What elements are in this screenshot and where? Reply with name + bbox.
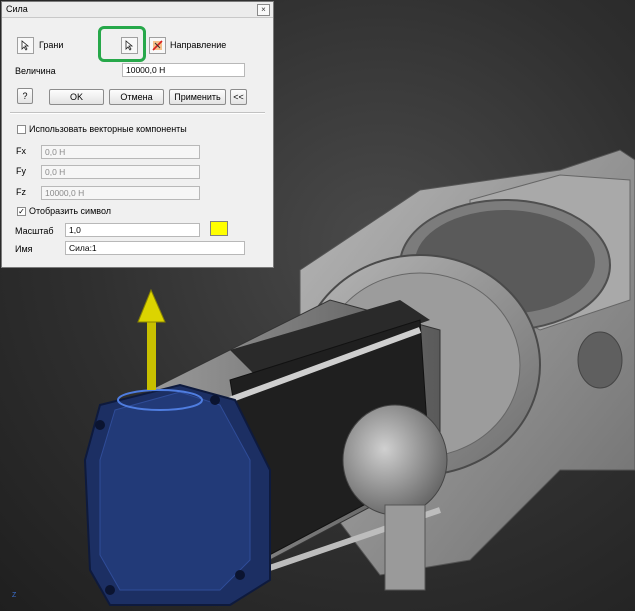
ok-button[interactable]: OK — [49, 89, 104, 105]
force-arrow-head — [137, 288, 166, 323]
close-button[interactable]: × — [257, 4, 270, 16]
fz-input[interactable]: 10000,0 Н — [41, 186, 200, 200]
cancel-button[interactable]: Отмена — [109, 89, 164, 105]
scale-label: Масштаб — [15, 226, 54, 236]
fz-label: Fz — [16, 187, 26, 197]
flip-direction-button[interactable] — [149, 37, 166, 54]
name-input[interactable]: Сила:1 — [65, 241, 245, 255]
glyph-color-swatch[interactable] — [210, 221, 228, 236]
name-label: Имя — [15, 244, 33, 254]
magnitude-label: Величина — [15, 66, 56, 76]
direction-select-button[interactable] — [121, 37, 138, 54]
faces-select-button[interactable] — [17, 37, 34, 54]
help-button[interactable]: ? — [17, 88, 33, 104]
cursor-arrow-icon — [125, 40, 134, 51]
vector-components-label: Использовать векторные компоненты — [29, 124, 187, 134]
direction-label: Направление — [170, 40, 227, 50]
fy-input[interactable]: 0,0 Н — [41, 165, 200, 179]
axis-triad-label: Z — [12, 592, 17, 599]
show-glyph-checkbox[interactable]: ✓ — [17, 207, 26, 216]
faces-label: Грани — [39, 40, 64, 50]
cursor-arrow-icon — [21, 40, 30, 51]
fy-label: Fy — [16, 166, 26, 176]
flip-direction-icon — [152, 40, 163, 51]
help-icon: ? — [22, 91, 28, 101]
apply-button[interactable]: Применить — [169, 89, 226, 105]
force-arrow-shaft — [147, 320, 156, 390]
fx-label: Fx — [16, 146, 26, 156]
collapse-button[interactable]: << — [230, 89, 247, 105]
vector-components-checkbox[interactable] — [17, 125, 26, 134]
scale-input[interactable]: 1,0 — [65, 223, 200, 237]
fx-input[interactable]: 0,0 Н — [41, 145, 200, 159]
force-dialog: Сила × Грани Направление Величина 10000,… — [1, 1, 274, 268]
magnitude-input[interactable]: 10000,0 Н — [122, 63, 245, 77]
divider — [10, 112, 265, 114]
dialog-titlebar[interactable]: Сила × — [2, 2, 273, 18]
dialog-title: Сила — [6, 4, 28, 14]
show-glyph-label: Отобразить символ — [29, 206, 112, 216]
